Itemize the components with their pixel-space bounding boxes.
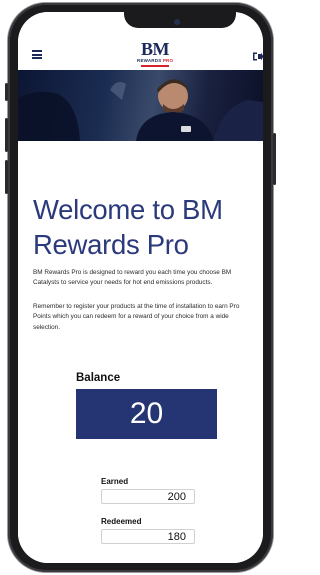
phone-notch <box>124 6 236 28</box>
logout-icon[interactable] <box>252 49 263 61</box>
intro-paragraph: BM Rewards Pro is designed to reward you… <box>33 269 232 287</box>
brand-logo[interactable]: BM REWARDS PRO <box>137 39 173 67</box>
earned-label: Earned <box>101 477 129 486</box>
silent-switch <box>5 83 8 101</box>
logo-sub-left: REWARDS <box>137 58 162 63</box>
logo-underline <box>141 65 169 67</box>
front-camera <box>174 19 180 25</box>
hero-image <box>18 70 263 141</box>
page-title: Welcome to BM Rewards Pro <box>33 194 223 260</box>
earned-value: 200 <box>101 489 195 504</box>
reminder-paragraph: Remember to register your products at th… <box>33 303 240 331</box>
logo-subtitle: REWARDS PRO <box>137 58 173 64</box>
volume-down-button <box>5 160 8 194</box>
logo-sub-right: PRO <box>162 58 174 63</box>
redeemed-value: 180 <box>101 529 195 544</box>
balance-value: 20 <box>76 389 217 439</box>
balance-label: Balance <box>76 372 121 384</box>
logo-title: BM <box>141 39 170 59</box>
power-button <box>273 133 276 185</box>
redeemed-label: Redeemed <box>101 517 142 526</box>
menu-icon[interactable] <box>32 50 42 59</box>
volume-up-button <box>5 118 8 152</box>
